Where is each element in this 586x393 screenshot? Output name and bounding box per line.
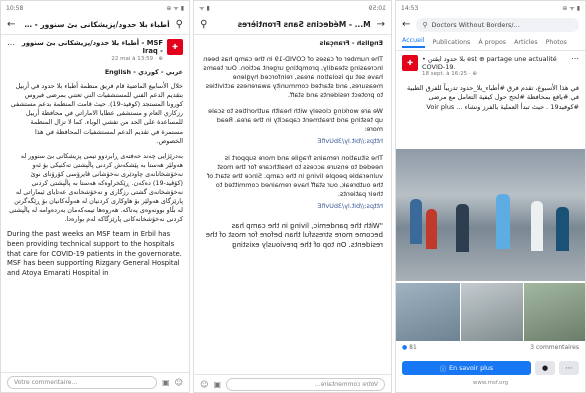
search-icon[interactable]: ⚲	[176, 19, 183, 30]
screenshot-panel-mirrored-english: 10:59 ▮ ᯤ ← M... - Médecins Sans Frontiè…	[193, 0, 392, 393]
more-options-icon: ⋯	[565, 364, 573, 372]
post-link-1[interactable]: https://bit.ly/3bUvfiE	[194, 137, 391, 146]
post-header: ⋯ MSF - أطباء بلا حدود/پزیشکانی بێ سنوور…	[1, 35, 189, 66]
screenshot-panel-arabic-photos: 14:53 ⊕ ᯤ ▮ ← ⚲ Doctors Without Borders/…	[395, 0, 586, 393]
page-tabs: Accueil Publications À propos Articles P…	[396, 35, 585, 51]
gif-icon[interactable]: ▣	[213, 380, 221, 389]
source-url[interactable]: www.msf.org	[396, 380, 585, 386]
like-count-value: 81	[409, 344, 417, 351]
tab-publications[interactable]: Publications	[433, 39, 471, 46]
status-icons: ⊕ ᯤ ▮	[562, 5, 580, 12]
learn-more-button[interactable]: ⓘ En savoir plus	[402, 361, 531, 375]
search-header: ← ⚲ Doctors Without Borders/...	[396, 15, 585, 35]
page-header: ← أطباء بلا حدود/پزیشکانی بێ سنوور - M..…	[1, 15, 189, 35]
like-count[interactable]: ● 81	[402, 344, 417, 351]
post-header: ✚ • بلا حدود ایقتن est ⊕ partage une act…	[396, 51, 585, 81]
post-share-line: • بلا حدود ایقتن est ⊕ partage une actua…	[422, 55, 557, 72]
photo-grid[interactable]	[396, 149, 585, 341]
status-time: 10:58	[6, 4, 24, 12]
post-quote: "With the pandemic, living in the camp h…	[205, 221, 383, 250]
msf-logo-avatar[interactable]: ✚	[402, 55, 418, 71]
status-time: 10:59	[368, 4, 386, 12]
status-icons: ▮ ᯤ	[199, 5, 210, 12]
photo-group-2[interactable]	[461, 283, 523, 341]
comment-input[interactable]: Votre commentaire...	[225, 378, 385, 391]
more-options-icon[interactable]: ⋯	[571, 55, 579, 63]
tab-a-propos[interactable]: À propos	[478, 39, 506, 46]
post-link-2[interactable]: https://bit.ly/3bUvfiE	[194, 202, 391, 211]
screenshot-panel-arabic-kurdish: 10:58 ⊕ ᯤ ▮ ← أطباء بلا حدود/پزیشکانی بێ…	[0, 0, 190, 393]
comment-input[interactable]: Votre commentaire...	[7, 376, 158, 389]
more-options-icon[interactable]: ⋯	[7, 41, 15, 49]
post-text-english: During the past weeks an MSF team in Erb…	[7, 230, 182, 278]
learn-more-label: En savoir plus	[449, 364, 494, 372]
like-reaction-icon: ●	[402, 344, 408, 351]
comment-bar: Votre commentaire... ▣ ☺	[194, 374, 391, 392]
action-row: ⓘ En savoir plus ● ⋯	[396, 359, 585, 377]
post-text-arabic: خلال الأسابيع الماضية قام فريق منظمة أطب…	[10, 82, 183, 145]
post-paragraph-2: We are working closely with health autho…	[208, 106, 383, 133]
message-icon: ●	[541, 364, 549, 372]
search-text: Doctors Without Borders/...	[431, 21, 520, 29]
org-name[interactable]: MSF - أطباء بلا حدود/پزیشکانی بێ سنوور -…	[19, 39, 163, 56]
back-arrow-icon[interactable]: ←	[402, 20, 410, 30]
gif-icon[interactable]: ▣	[162, 378, 170, 387]
post-text-kurdish: بەدرێژایی چەند حەفتەی ڕابردوو تیمی پزیشک…	[9, 151, 183, 224]
tab-accueil[interactable]: Accueil	[402, 37, 425, 48]
search-icon[interactable]: ⚲	[200, 19, 207, 30]
comment-count[interactable]: 3 commentaires	[530, 344, 579, 351]
post-date: 18 sept. à 16:25 · ⊕	[422, 71, 477, 78]
page-title: أطباء بلا حدود/پزیشکانی بێ سنوور - M...	[21, 20, 170, 29]
tab-articles[interactable]: Articles	[514, 39, 537, 46]
tab-photos[interactable]: Photos	[546, 39, 567, 46]
status-bar: 10:59 ▮ ᯤ	[194, 1, 391, 15]
page-header: ← M... - Médecins Sans Frontières ⚲	[194, 15, 391, 35]
more-button[interactable]: ⋯	[559, 361, 579, 375]
reactions-row: ● 81 3 commentaires	[402, 344, 579, 351]
back-arrow-icon[interactable]: ←	[377, 19, 385, 30]
msf-logo-avatar[interactable]: ✚	[167, 39, 183, 55]
message-button[interactable]: ●	[535, 361, 555, 375]
post-paragraph-1: The number of cases of COVID-19 in the c…	[203, 55, 383, 100]
language-line: عربي - كوردي - English	[104, 67, 183, 76]
language-line: English - Français	[319, 39, 383, 47]
status-bar: 10:58 ⊕ ᯤ ▮	[1, 1, 189, 15]
info-icon: ⓘ	[439, 365, 447, 373]
search-bar[interactable]: ⚲ Doctors Without Borders/...	[416, 18, 579, 32]
photo-group-3[interactable]	[524, 283, 585, 341]
mirrored-content: 10:59 ▮ ᯤ ← M... - Médecins Sans Frontiè…	[194, 1, 391, 392]
comment-bar: Votre commentaire... ▣ ☺	[1, 372, 189, 392]
post-date: 22 mai à 13:59 · ⊕	[111, 55, 163, 62]
status-icons: ⊕ ᯤ ▮	[166, 5, 184, 12]
photo-training-room[interactable]	[396, 149, 585, 281]
emoji-icon[interactable]: ☺	[200, 380, 208, 389]
page-title: M... - Médecins Sans Frontières	[237, 20, 371, 29]
photo-group-1[interactable]	[396, 283, 460, 341]
search-icon: ⚲	[422, 21, 428, 29]
post-paragraph-3: The situation remains fragile and more s…	[207, 153, 383, 199]
emoji-icon[interactable]: ☺	[175, 378, 183, 387]
post-text-arabic[interactable]: في هذا الأسبوع، تقدم فرق #أطباء_بلا_حدود…	[396, 81, 585, 115]
status-bar: 14:53 ⊕ ᯤ ▮	[396, 1, 585, 15]
status-time: 14:53	[401, 4, 419, 12]
back-arrow-icon[interactable]: ←	[7, 19, 15, 30]
